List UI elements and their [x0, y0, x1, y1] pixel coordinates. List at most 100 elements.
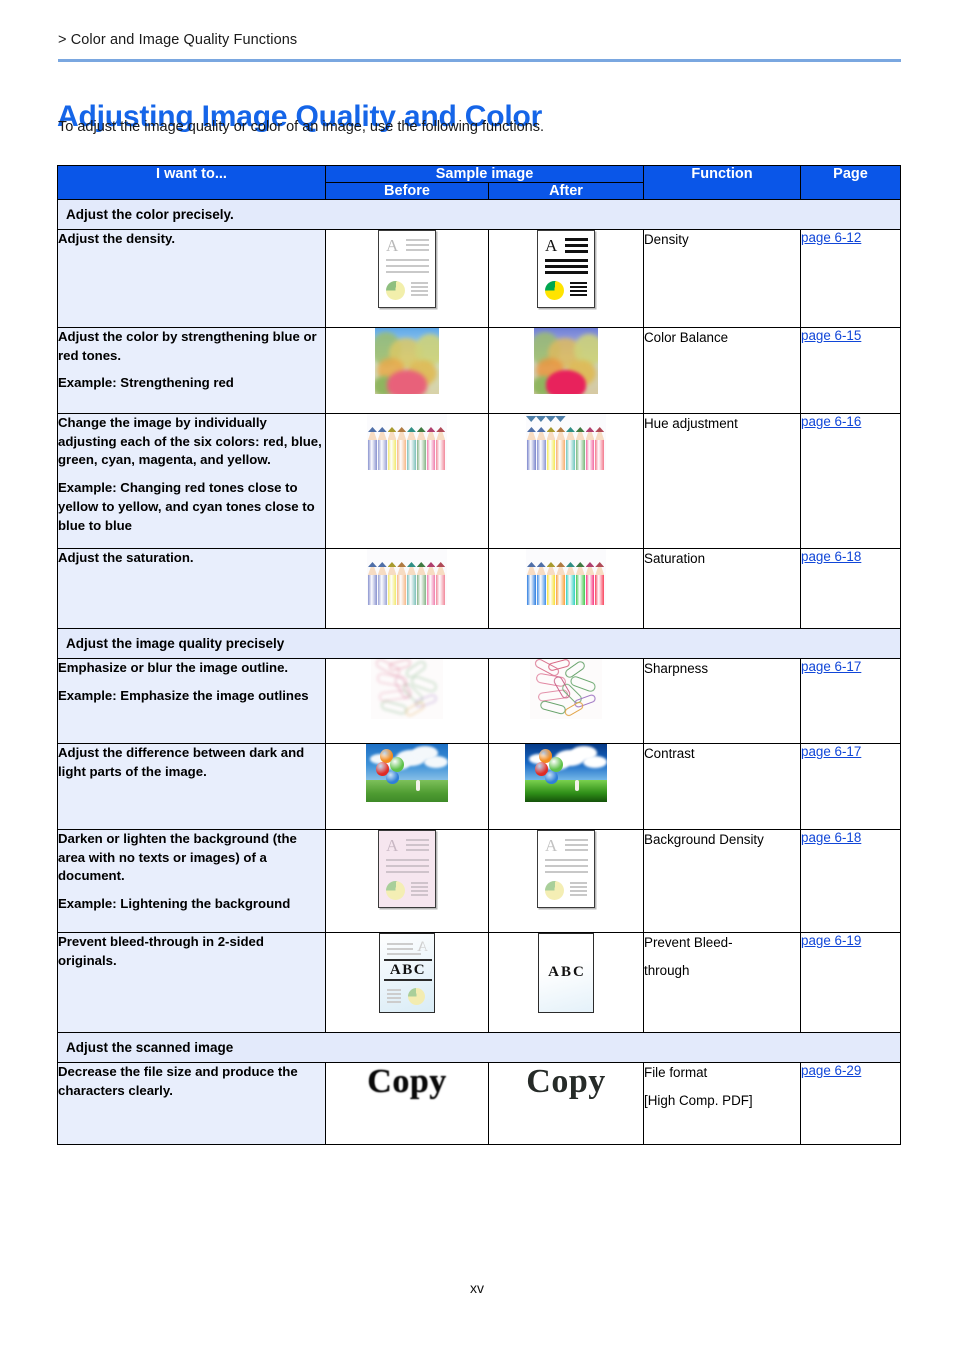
table-row: Adjust the difference between dark and l… — [57, 743, 902, 830]
page-link[interactable]: page 6-29 — [801, 1063, 861, 1078]
table-row: Adjust the color by strengthening blue o… — [57, 327, 902, 414]
function-cell: Background Density — [643, 829, 802, 933]
function-cell: Contrast — [643, 743, 802, 830]
want-to-cell: Prevent bleed-through in 2-sided origina… — [57, 932, 326, 1033]
page-cell: page 6-18 — [800, 829, 902, 933]
want-to-cell: Decrease the file size and produce the c… — [57, 1062, 326, 1145]
sample-after-cell: Copy — [487, 1062, 645, 1145]
want-to-cell: Change the image by individually adjusti… — [57, 413, 326, 549]
sample-before-cell — [325, 743, 489, 830]
page-link[interactable]: page 6-18 — [801, 830, 861, 845]
want-line: Adjust the density. — [58, 231, 175, 246]
sample-after-cell: A — [487, 829, 645, 933]
page-cell: page 6-15 — [800, 327, 902, 414]
page-link[interactable]: page 6-17 — [801, 659, 861, 674]
colored-pencils-photo-hue-shifted — [526, 414, 606, 470]
function-label-line2: through — [644, 963, 690, 979]
header-rule — [58, 59, 901, 62]
header-after: After — [487, 182, 645, 200]
page-link[interactable]: page 6-12 — [801, 230, 861, 245]
table-row: Change the image by individually adjusti… — [57, 413, 902, 549]
sample-after-cell: A — [487, 229, 645, 328]
sample-before-cell — [325, 327, 489, 414]
copy-word-blurred: Copy — [367, 1063, 447, 1100]
letter-a-glyph: A — [545, 836, 558, 855]
page-footer: xv — [0, 1280, 954, 1296]
table-row: Emphasize or blur the image outline. Exa… — [57, 658, 902, 744]
want-to-cell: Emphasize or blur the image outline. Exa… — [57, 658, 326, 744]
document-light-icon: A — [378, 230, 436, 308]
want-line: Change the image by individually adjusti… — [58, 415, 322, 468]
function-label: Hue adjustment — [644, 416, 738, 431]
section-header-row: Adjust the image quality precisely — [56, 628, 902, 659]
sample-before-cell — [325, 413, 489, 549]
function-label: Contrast — [644, 746, 695, 761]
function-label: Prevent Bleed- — [644, 935, 733, 950]
function-label: Color Balance — [644, 330, 729, 345]
sample-after-cell — [487, 658, 645, 744]
table-row: Adjust the density. A A Density page 6-1… — [57, 229, 902, 328]
function-label: Background Density — [644, 832, 764, 847]
page-link[interactable]: page 6-15 — [801, 328, 861, 343]
want-line: Adjust the color by strengthening blue o… — [58, 329, 317, 363]
table-row: Prevent bleed-through in 2-sided origina… — [57, 932, 902, 1033]
header-page: Page — [800, 165, 902, 200]
want-line: Adjust the saturation. — [58, 550, 194, 565]
copy-word-clear: Copy — [526, 1063, 606, 1100]
table-row: Adjust the saturation. Saturation page 6… — [57, 548, 902, 629]
page-subtitle: To adjust the image quality or color of … — [58, 119, 545, 135]
page-link[interactable]: page 6-17 — [801, 744, 861, 759]
sample-before-cell: A ABC — [325, 932, 489, 1033]
header-want-to: I want to... — [57, 165, 326, 200]
functions-table: I want to... Sample image Function Page … — [56, 165, 902, 1145]
page-cell: page 6-12 — [800, 229, 902, 328]
want-line: Example: Changing red tones close to yel… — [58, 480, 315, 533]
function-label: File format — [644, 1065, 708, 1080]
document-clean-abc-icon: ABC — [538, 933, 594, 1013]
function-cell: File format [High Comp. PDF] — [643, 1062, 802, 1145]
page-cell: page 6-29 — [800, 1062, 902, 1145]
want-line: Example: Emphasize the image outlines — [58, 687, 309, 703]
document-bleed-through-icon: A ABC — [379, 933, 435, 1013]
function-label-line2: [High Comp. PDF] — [644, 1093, 753, 1109]
section-label: Adjust the image quality precisely — [56, 628, 902, 659]
sample-after-cell — [487, 413, 645, 549]
header-function: Function — [643, 165, 802, 200]
sample-before-cell — [325, 658, 489, 744]
function-label: Density — [644, 232, 689, 247]
paperclips-photo-sharpened — [530, 659, 602, 719]
page-link[interactable]: page 6-18 — [801, 549, 861, 564]
sample-after-cell — [487, 327, 645, 414]
sample-before-cell: A — [325, 829, 489, 933]
colored-pencils-photo — [367, 414, 447, 470]
table-row: Darken or lighten the background (the ar… — [57, 829, 902, 933]
sample-after-cell — [487, 743, 645, 830]
want-to-cell: Darken or lighten the background (the ar… — [57, 829, 326, 933]
colored-pencils-photo-saturated — [526, 549, 606, 605]
letter-a-glyph: A — [386, 236, 399, 255]
want-to-cell: Adjust the difference between dark and l… — [57, 743, 326, 830]
want-to-cell: Adjust the saturation. — [57, 548, 326, 629]
autumn-foliage-photo — [375, 328, 439, 394]
abc-text: ABC — [548, 964, 586, 980]
function-label: Saturation — [644, 551, 706, 566]
balloons-photo-high-contrast — [525, 744, 607, 802]
function-cell: Sharpness — [643, 658, 802, 744]
want-to-cell: Adjust the density. — [57, 229, 326, 328]
table-row: Decrease the file size and produce the c… — [57, 1062, 902, 1145]
table-header-row-1: I want to... Sample image Function Page — [57, 165, 902, 200]
page-link[interactable]: page 6-16 — [801, 414, 861, 429]
abc-text: ABC — [389, 962, 427, 978]
sample-before-cell: A — [325, 229, 489, 328]
want-line: Example: Strengthening red — [58, 375, 234, 391]
page-cell: page 6-17 — [800, 658, 902, 744]
section-label: Adjust the color precisely. — [56, 199, 902, 230]
page-cell: page 6-17 — [800, 743, 902, 830]
balloons-photo-low-contrast — [366, 744, 448, 802]
sample-after-cell: ABC — [487, 932, 645, 1033]
page-link[interactable]: page 6-19 — [801, 933, 861, 948]
function-cell: Density — [643, 229, 802, 328]
section-label: Adjust the scanned image — [56, 1032, 902, 1063]
want-line: Prevent bleed-through in 2-sided origina… — [58, 934, 264, 968]
breadcrumb: > Color and Image Quality Functions — [58, 32, 298, 48]
